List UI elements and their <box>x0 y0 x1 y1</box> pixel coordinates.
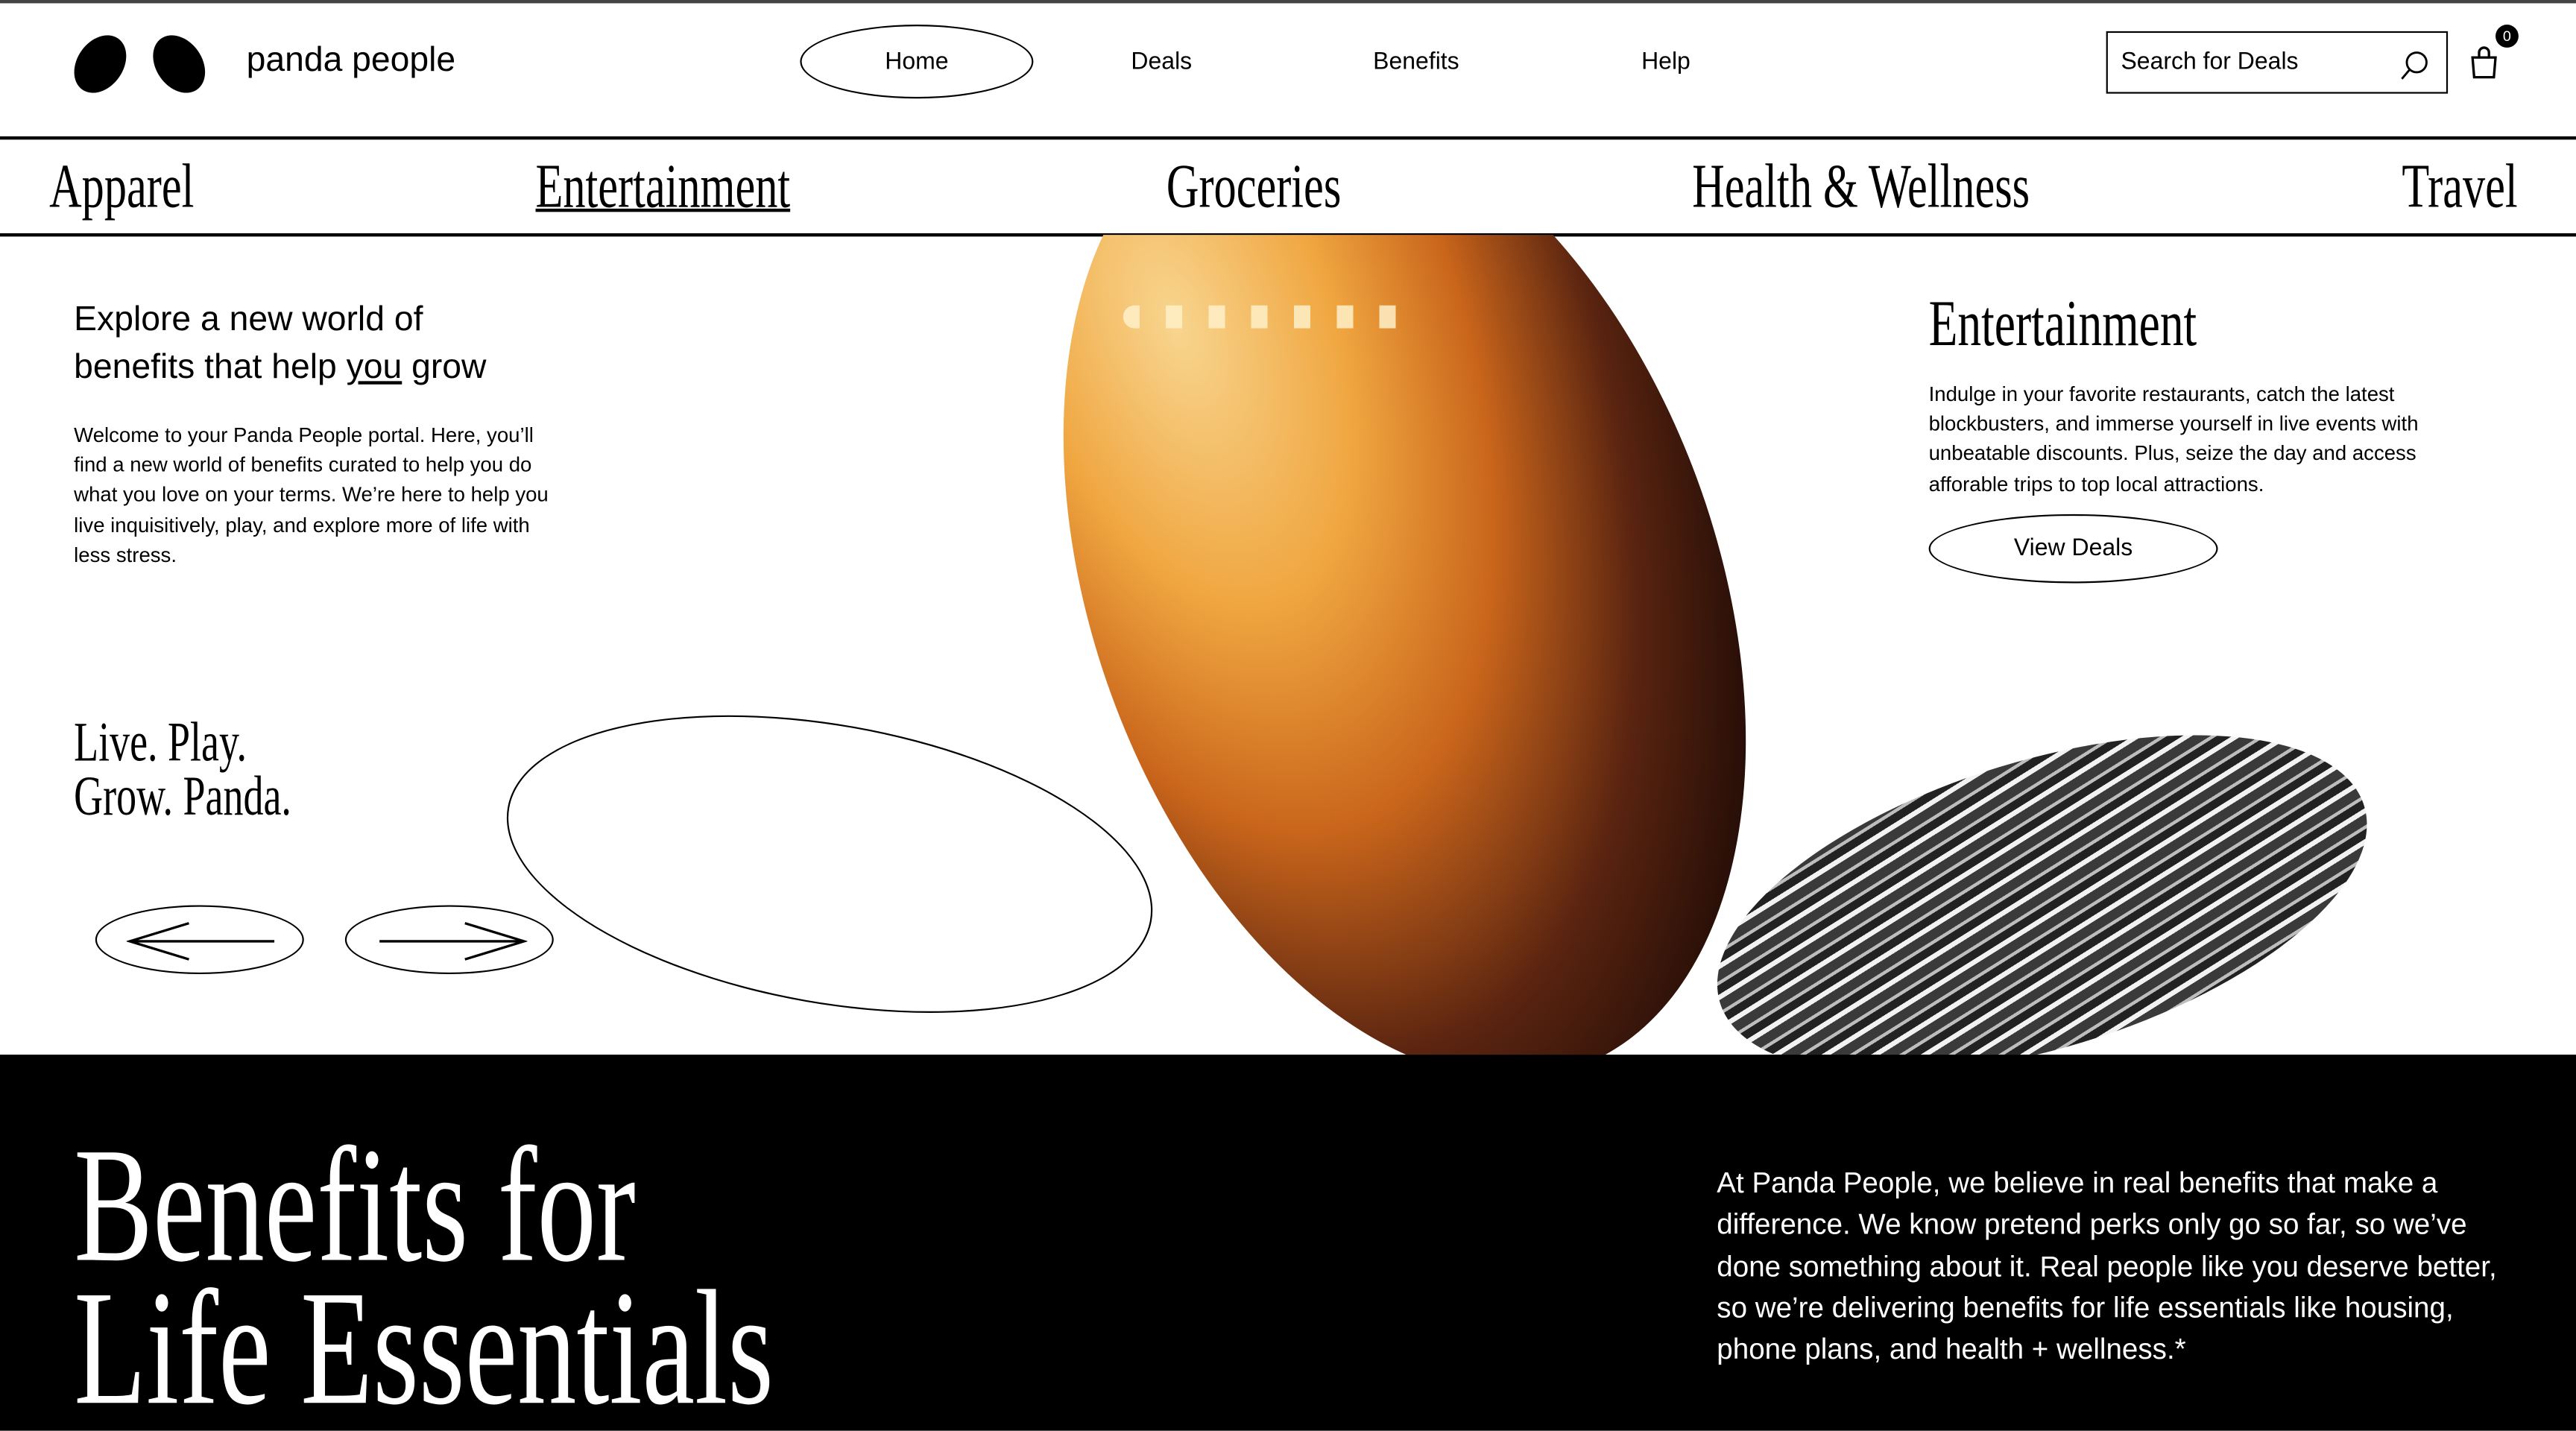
outline-ellipse <box>483 669 1176 1055</box>
search-placeholder: Search for Deals <box>2121 49 2299 76</box>
search-icon[interactable] <box>2399 49 2431 82</box>
category-label: Apparel <box>49 152 195 222</box>
feature-title: Entertainment <box>1928 285 2197 360</box>
category-entertainment[interactable]: Entertainment <box>536 151 889 224</box>
search-input[interactable]: Search for Deals <box>2106 31 2449 94</box>
next-button[interactable] <box>344 905 554 975</box>
about-text: At Panda People, we believe in real bene… <box>1717 1166 2497 1366</box>
tagline: Live. Play. Grow. Panda. <box>74 713 291 828</box>
about-headline: Benefits for Life Essentials <box>74 1113 774 1431</box>
category-apparel[interactable]: Apparel <box>49 151 250 224</box>
category-label: Health & Wellness <box>1692 152 2030 222</box>
nav-home[interactable]: Home <box>885 49 948 75</box>
view-deals-button[interactable]: View Deals <box>1928 514 2218 584</box>
arrow-left-icon <box>126 922 275 961</box>
divider <box>0 136 2576 139</box>
logo-shape-icon <box>142 25 216 103</box>
stage-lights <box>1123 305 1419 329</box>
hero-heading: Explore a new world of benefits that hel… <box>74 300 487 386</box>
category-label: Travel <box>2402 152 2518 222</box>
cart-icon[interactable] <box>2468 45 2501 80</box>
category-label: Entertainment <box>535 152 791 222</box>
top-border <box>0 0 2576 4</box>
nav-help[interactable]: Help <box>1641 49 1690 75</box>
feature-description: Indulge in your favorite restaurants, ca… <box>1928 382 2419 496</box>
arrow-right-icon <box>379 922 528 961</box>
category-health-wellness[interactable]: Health & Wellness <box>1692 151 2161 224</box>
textured-stripes-image <box>1678 668 2407 1055</box>
logo[interactable] <box>63 25 216 103</box>
nav-deals[interactable]: Deals <box>1131 49 1192 75</box>
nav-benefits[interactable]: Benefits <box>1373 49 1459 75</box>
category-label: Groceries <box>1166 152 1342 222</box>
hero-intro: Welcome to your Panda People portal. Her… <box>74 423 549 567</box>
category-groceries[interactable]: Groceries <box>1167 151 1409 224</box>
category-travel[interactable]: Travel <box>2402 151 2563 224</box>
logo-shape-icon <box>63 25 137 103</box>
brand-name: panda people <box>246 41 456 79</box>
cart-count-badge: 0 <box>2496 25 2519 48</box>
prev-button[interactable] <box>95 905 304 975</box>
